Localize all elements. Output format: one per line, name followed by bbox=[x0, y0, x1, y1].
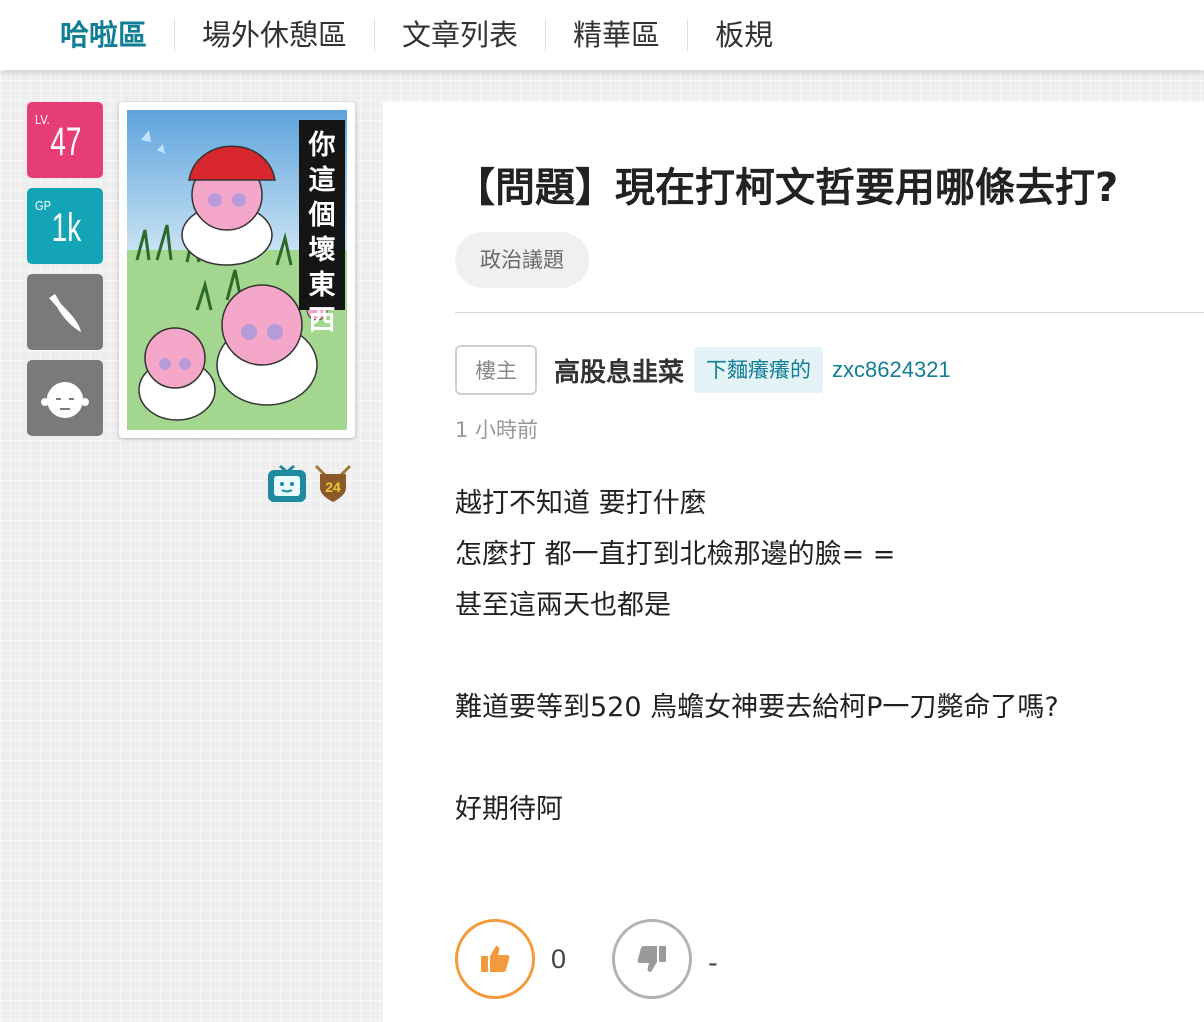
divider bbox=[455, 312, 1204, 313]
gp-badge[interactable]: GP 1k bbox=[27, 188, 103, 264]
thumbs-up-icon bbox=[481, 946, 510, 972]
avatar-caption-char: 你 bbox=[308, 130, 336, 161]
gp-value: 1k bbox=[51, 206, 81, 250]
nav-tab-article-list[interactable]: 文章列表 bbox=[375, 18, 545, 52]
post-title: 【問題】現在打柯文哲要用哪條去打? bbox=[455, 165, 1119, 211]
content-line: 甚至這兩天也都是 bbox=[455, 590, 671, 621]
knife-icon[interactable] bbox=[27, 274, 103, 350]
downvote-count: - bbox=[708, 947, 718, 979]
avatar-caption-char: 壞 bbox=[308, 235, 336, 266]
post-card: 【問題】現在打柯文哲要用哪條去打? 政治議題 樓主 高股息韭菜 下麵癢癢的 zx… bbox=[383, 102, 1204, 1022]
author-name[interactable]: 高股息韭菜 bbox=[554, 352, 684, 389]
vote-row: 0 - bbox=[455, 919, 718, 999]
post-content: 越打不知道 要打什麼 怎麼打 都一直打到北檢那邊的臉= = 甚至這兩天也都是 難… bbox=[455, 478, 1059, 835]
nav-tab-lounge[interactable]: 場外休憩區 bbox=[175, 18, 374, 52]
content-line: 好期待阿 bbox=[455, 794, 563, 825]
content-line bbox=[455, 631, 1059, 682]
level-prefix: LV. bbox=[35, 112, 50, 127]
medals: 24 bbox=[266, 462, 354, 504]
avatar-caption-char: 東 bbox=[308, 270, 336, 301]
nav-tab-hala[interactable]: 哈啦區 bbox=[38, 18, 174, 52]
user-badges: LV. 47 GP 1k bbox=[27, 102, 103, 446]
level-badge[interactable]: LV. 47 bbox=[27, 102, 103, 178]
nav-tab-rules[interactable]: 板規 bbox=[688, 18, 800, 52]
post-time: 1 小時前 bbox=[455, 418, 539, 442]
level-value: 47 bbox=[49, 120, 81, 164]
avatar-caption: 你 這 個 壞 東 西 bbox=[299, 120, 345, 336]
avatar-caption-char: 個 bbox=[308, 200, 336, 231]
tv-medal-icon[interactable] bbox=[266, 462, 308, 504]
gp-prefix: GP bbox=[35, 198, 51, 213]
avatar[interactable]: 你 這 個 壞 東 西 bbox=[119, 102, 355, 438]
svg-text:24: 24 bbox=[325, 479, 341, 495]
content-line: 怎麼打 都一直打到北檢那邊的臉= = bbox=[455, 539, 896, 570]
avatar-caption-char: 西 bbox=[308, 305, 336, 336]
downvote-button[interactable] bbox=[612, 919, 693, 999]
content-line: 難道要等到520 鳥蟾女神要去給柯P一刀斃命了嗎? bbox=[455, 692, 1059, 723]
face-icon[interactable] bbox=[27, 360, 103, 436]
upvote-count: 0 bbox=[551, 943, 567, 974]
op-badge: 樓主 bbox=[455, 345, 537, 395]
avatar-caption-char: 這 bbox=[308, 165, 336, 196]
author-title: 下麵癢癢的 bbox=[694, 347, 824, 393]
author-id[interactable]: zxc8624321 bbox=[832, 357, 951, 383]
top-nav: 哈啦區 場外休憩區 文章列表 精華區 板規 bbox=[0, 0, 1204, 70]
nav-tab-highlights[interactable]: 精華區 bbox=[546, 18, 687, 52]
upvote-button[interactable] bbox=[455, 919, 535, 999]
content-line bbox=[455, 733, 1059, 784]
avatar-image: 你 這 個 壞 東 西 bbox=[127, 110, 347, 430]
shield-24-medal-icon[interactable]: 24 bbox=[312, 462, 354, 504]
thumbs-down-icon bbox=[637, 946, 667, 972]
author-row: 樓主 高股息韭菜 下麵癢癢的 zxc8624321 bbox=[455, 345, 951, 395]
post-tag[interactable]: 政治議題 bbox=[455, 232, 589, 288]
content-line: 越打不知道 要打什麼 bbox=[455, 488, 707, 519]
